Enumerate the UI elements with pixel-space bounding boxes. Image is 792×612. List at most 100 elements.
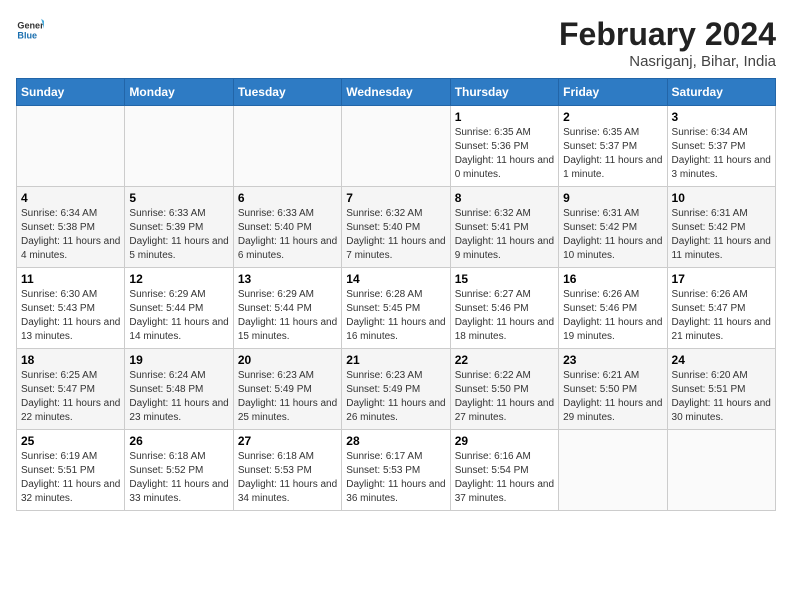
day-number: 26 xyxy=(129,434,228,448)
calendar-cell: 28 Sunrise: 6:17 AMSunset: 5:53 PMDayligh… xyxy=(342,430,450,511)
logo: General Blue xyxy=(16,16,44,44)
day-number: 6 xyxy=(238,191,337,205)
day-info: Sunrise: 6:18 AMSunset: 5:53 PMDaylight:… xyxy=(238,450,337,506)
calendar-cell: 25 Sunrise: 6:19 AMSunset: 5:51 PMDayligh… xyxy=(17,430,125,511)
calendar-cell: 13 Sunrise: 6:29 AMSunset: 5:44 PMDayligh… xyxy=(233,268,341,349)
day-number: 29 xyxy=(455,434,554,448)
calendar-cell: 14 Sunrise: 6:28 AMSunset: 5:45 PMDayligh… xyxy=(342,268,450,349)
calendar-cell xyxy=(342,106,450,187)
day-info: Sunrise: 6:31 AMSunset: 5:42 PMDaylight:… xyxy=(563,207,662,263)
calendar-cell: 5 Sunrise: 6:33 AMSunset: 5:39 PMDaylight… xyxy=(125,187,233,268)
day-number: 9 xyxy=(563,191,662,205)
day-info: Sunrise: 6:29 AMSunset: 5:44 PMDaylight:… xyxy=(238,288,337,344)
day-number: 21 xyxy=(346,353,445,367)
page-header: General Blue February 2024 Nasriganj, Bi… xyxy=(16,16,776,70)
day-number: 16 xyxy=(563,272,662,286)
day-number: 19 xyxy=(129,353,228,367)
title-block: February 2024 Nasriganj, Bihar, India xyxy=(559,16,776,70)
svg-text:Blue: Blue xyxy=(17,30,37,40)
day-number: 28 xyxy=(346,434,445,448)
day-number: 20 xyxy=(238,353,337,367)
calendar-cell: 27 Sunrise: 6:18 AMSunset: 5:53 PMDayligh… xyxy=(233,430,341,511)
calendar-cell xyxy=(17,106,125,187)
calendar-cell: 8 Sunrise: 6:32 AMSunset: 5:41 PMDaylight… xyxy=(450,187,558,268)
day-info: Sunrise: 6:20 AMSunset: 5:51 PMDaylight:… xyxy=(672,369,771,425)
calendar-cell: 19 Sunrise: 6:24 AMSunset: 5:48 PMDayligh… xyxy=(125,349,233,430)
day-info: Sunrise: 6:35 AMSunset: 5:36 PMDaylight:… xyxy=(455,126,554,182)
calendar-cell: 26 Sunrise: 6:18 AMSunset: 5:52 PMDayligh… xyxy=(125,430,233,511)
day-header-sunday: Sunday xyxy=(17,79,125,106)
calendar-cell: 3 Sunrise: 6:34 AMSunset: 5:37 PMDaylight… xyxy=(667,106,775,187)
calendar-week-1: 1Sunrise: 6:35 AMSunset: 5:36 PMDaylight… xyxy=(17,106,776,187)
day-number: 17 xyxy=(672,272,771,286)
day-info: Sunrise: 6:23 AMSunset: 5:49 PMDaylight:… xyxy=(346,369,445,425)
day-info: Sunrise: 6:30 AMSunset: 5:43 PMDaylight:… xyxy=(21,288,120,344)
day-info: Sunrise: 6:17 AMSunset: 5:53 PMDaylight:… xyxy=(346,450,445,506)
day-info: Sunrise: 6:26 AMSunset: 5:46 PMDaylight:… xyxy=(563,288,662,344)
day-header-tuesday: Tuesday xyxy=(233,79,341,106)
calendar-cell: 20Sunrise: 6:23 AMSunset: 5:49 PMDayligh… xyxy=(233,349,341,430)
day-number: 4 xyxy=(21,191,120,205)
day-number: 13 xyxy=(238,272,337,286)
day-header-wednesday: Wednesday xyxy=(342,79,450,106)
day-info: Sunrise: 6:33 AMSunset: 5:40 PMDaylight:… xyxy=(238,207,337,263)
location: Nasriganj, Bihar, India xyxy=(559,53,776,70)
day-info: Sunrise: 6:18 AMSunset: 5:52 PMDaylight:… xyxy=(129,450,228,506)
day-number: 2 xyxy=(563,110,662,124)
logo-icon: General Blue xyxy=(16,16,44,44)
day-info: Sunrise: 6:35 AMSunset: 5:37 PMDaylight:… xyxy=(563,126,662,182)
calendar-cell xyxy=(125,106,233,187)
calendar-cell: 1Sunrise: 6:35 AMSunset: 5:36 PMDaylight… xyxy=(450,106,558,187)
day-info: Sunrise: 6:32 AMSunset: 5:40 PMDaylight:… xyxy=(346,207,445,263)
calendar-cell: 2 Sunrise: 6:35 AMSunset: 5:37 PMDaylight… xyxy=(559,106,667,187)
day-info: Sunrise: 6:33 AMSunset: 5:39 PMDaylight:… xyxy=(129,207,228,263)
day-header-thursday: Thursday xyxy=(450,79,558,106)
calendar-cell: 21 Sunrise: 6:23 AMSunset: 5:49 PMDayligh… xyxy=(342,349,450,430)
calendar-cell xyxy=(667,430,775,511)
day-info: Sunrise: 6:32 AMSunset: 5:41 PMDaylight:… xyxy=(455,207,554,263)
day-header-friday: Friday xyxy=(559,79,667,106)
day-info: Sunrise: 6:34 AMSunset: 5:38 PMDaylight:… xyxy=(21,207,120,263)
day-number: 25 xyxy=(21,434,120,448)
day-info: Sunrise: 6:28 AMSunset: 5:45 PMDaylight:… xyxy=(346,288,445,344)
day-info: Sunrise: 6:24 AMSunset: 5:48 PMDaylight:… xyxy=(129,369,228,425)
calendar-cell: 22 Sunrise: 6:22 AMSunset: 5:50 PMDayligh… xyxy=(450,349,558,430)
day-info: Sunrise: 6:19 AMSunset: 5:51 PMDaylight:… xyxy=(21,450,120,506)
day-number: 15 xyxy=(455,272,554,286)
calendar-week-5: 25 Sunrise: 6:19 AMSunset: 5:51 PMDayligh… xyxy=(17,430,776,511)
day-header-saturday: Saturday xyxy=(667,79,775,106)
calendar-body: 1Sunrise: 6:35 AMSunset: 5:36 PMDaylight… xyxy=(17,106,776,511)
calendar-table: SundayMondayTuesdayWednesdayThursdayFrid… xyxy=(16,78,776,511)
calendar-cell: 4 Sunrise: 6:34 AMSunset: 5:38 PMDaylight… xyxy=(17,187,125,268)
calendar-cell xyxy=(559,430,667,511)
calendar-week-2: 4 Sunrise: 6:34 AMSunset: 5:38 PMDaylight… xyxy=(17,187,776,268)
calendar-cell: 24Sunrise: 6:20 AMSunset: 5:51 PMDayligh… xyxy=(667,349,775,430)
calendar-cell: 15Sunrise: 6:27 AMSunset: 5:46 PMDayligh… xyxy=(450,268,558,349)
day-number: 3 xyxy=(672,110,771,124)
day-header-monday: Monday xyxy=(125,79,233,106)
calendar-cell xyxy=(233,106,341,187)
day-info: Sunrise: 6:21 AMSunset: 5:50 PMDaylight:… xyxy=(563,369,662,425)
calendar-cell: 23 Sunrise: 6:21 AMSunset: 5:50 PMDayligh… xyxy=(559,349,667,430)
day-info: Sunrise: 6:26 AMSunset: 5:47 PMDaylight:… xyxy=(672,288,771,344)
day-number: 8 xyxy=(455,191,554,205)
day-info: Sunrise: 6:34 AMSunset: 5:37 PMDaylight:… xyxy=(672,126,771,182)
day-number: 14 xyxy=(346,272,445,286)
day-info: Sunrise: 6:29 AMSunset: 5:44 PMDaylight:… xyxy=(129,288,228,344)
calendar-cell: 11 Sunrise: 6:30 AMSunset: 5:43 PMDayligh… xyxy=(17,268,125,349)
calendar-cell: 29 Sunrise: 6:16 AMSunset: 5:54 PMDayligh… xyxy=(450,430,558,511)
day-number: 7 xyxy=(346,191,445,205)
day-number: 23 xyxy=(563,353,662,367)
day-number: 11 xyxy=(21,272,120,286)
day-number: 5 xyxy=(129,191,228,205)
month-title: February 2024 xyxy=(559,16,776,53)
day-number: 27 xyxy=(238,434,337,448)
calendar-cell: 7 Sunrise: 6:32 AMSunset: 5:40 PMDaylight… xyxy=(342,187,450,268)
calendar-cell: 18Sunrise: 6:25 AMSunset: 5:47 PMDayligh… xyxy=(17,349,125,430)
calendar-header-row: SundayMondayTuesdayWednesdayThursdayFrid… xyxy=(17,79,776,106)
day-info: Sunrise: 6:16 AMSunset: 5:54 PMDaylight:… xyxy=(455,450,554,506)
day-number: 22 xyxy=(455,353,554,367)
day-number: 10 xyxy=(672,191,771,205)
day-info: Sunrise: 6:22 AMSunset: 5:50 PMDaylight:… xyxy=(455,369,554,425)
day-number: 18 xyxy=(21,353,120,367)
